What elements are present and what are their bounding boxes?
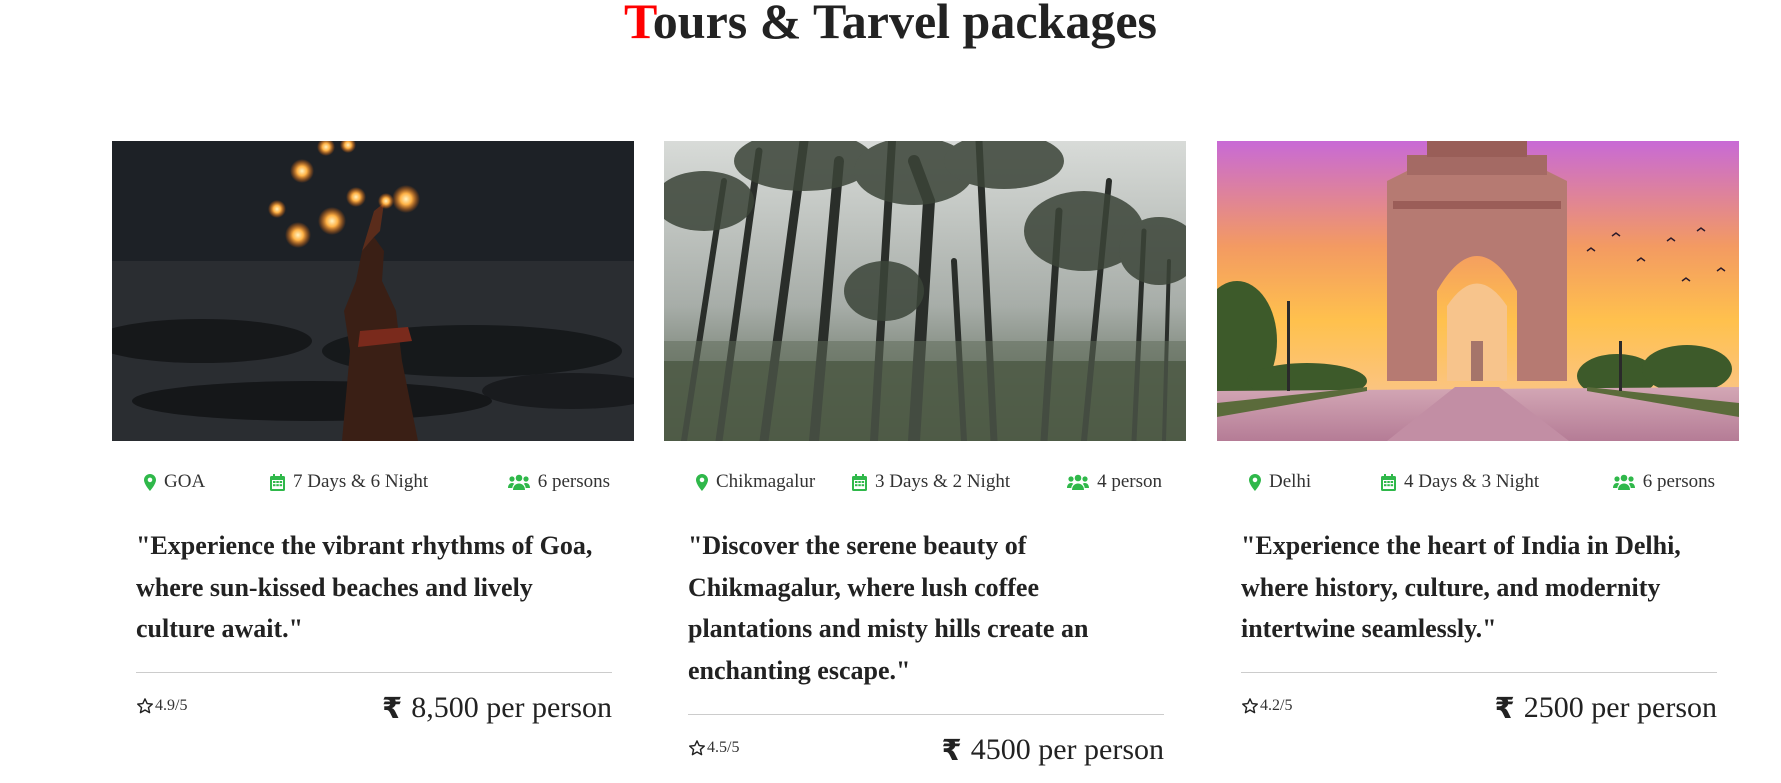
package-price: ₹ 2500 per person: [1495, 691, 1717, 725]
package-rating: 4.9/5: [136, 697, 187, 715]
location-pin-icon: [144, 473, 156, 491]
package-people: 6 persons: [1612, 471, 1715, 493]
rupee-icon: ₹: [1494, 691, 1515, 725]
package-price-text: 8,500 per person: [411, 691, 612, 724]
package-meta-row: Chikmagalur 3 Days & 2 Night 4 person: [688, 471, 1162, 495]
package-rating-text: 4.9/5: [155, 697, 188, 714]
package-price: ₹ 4500 per person: [942, 733, 1164, 767]
people-icon: [1067, 474, 1090, 490]
page-title-highlight: T: [624, 0, 653, 49]
package-footer: 4.5/5 ₹ 4500 per person: [688, 733, 1164, 779]
package-footer: 4.9/5 ₹ 8,500 per person: [136, 691, 612, 737]
package-meta-row: GOA 7 Days & 6 Night 6 persons: [136, 471, 610, 495]
package-price-text: 2500 per person: [1523, 691, 1717, 724]
package-location: Delhi: [1249, 471, 1311, 493]
star-outline-icon[interactable]: [136, 697, 154, 715]
package-rating: 4.2/5: [1241, 697, 1292, 715]
package-image-goa[interactable]: [112, 141, 634, 441]
package-location-text: Delhi: [1269, 471, 1312, 492]
card-divider: [136, 672, 612, 673]
package-card-goa[interactable]: GOA 7 Days & 6 Night 6 persons "Experien…: [112, 141, 634, 725]
package-people: 4 person: [1067, 471, 1162, 493]
card-divider: [688, 714, 1164, 715]
package-people: 6 persons: [507, 471, 610, 493]
package-description: "Experience the vibrant rhythms of Goa, …: [136, 531, 593, 643]
calendar-icon: [270, 473, 285, 491]
page-title: Tours & Tarvel packages: [0, 0, 1781, 52]
package-people-text: 6 persons: [1642, 471, 1715, 492]
package-description: "Discover the serene beauty of Chikmagal…: [688, 531, 1089, 685]
package-rating-text: 4.5/5: [707, 739, 740, 756]
package-location-text: GOA: [164, 471, 206, 492]
package-location: Chikmagalur: [696, 471, 815, 493]
package-people-text: 6 persons: [537, 471, 610, 492]
package-meta-row: Delhi 4 Days & 3 Night 6 persons: [1241, 471, 1715, 495]
location-pin-icon: [696, 473, 708, 491]
package-people-text: 4 person: [1097, 471, 1162, 492]
package-duration: 3 Days & 2 Night: [852, 471, 1010, 493]
star-outline-icon[interactable]: [1241, 697, 1259, 715]
calendar-icon: [1381, 473, 1396, 491]
package-duration-text: 3 Days & 2 Night: [875, 471, 1011, 492]
package-duration: 7 Days & 6 Night: [270, 471, 428, 493]
people-icon: [1612, 474, 1635, 490]
package-card-chikmagalur[interactable]: Chikmagalur 3 Days & 2 Night 4 person "D…: [664, 141, 1186, 767]
page-title-text: ours & Tarvel packages: [652, 0, 1157, 49]
rupee-icon: ₹: [382, 691, 403, 725]
package-location-text: Chikmagalur: [716, 471, 816, 492]
package-image-chikmagalur[interactable]: [664, 141, 1186, 441]
package-location: GOA: [144, 471, 205, 493]
card-divider: [1241, 672, 1717, 673]
package-duration: 4 Days & 3 Night: [1381, 471, 1539, 493]
package-duration-text: 4 Days & 3 Night: [1404, 471, 1540, 492]
package-rating: 4.5/5: [688, 739, 739, 757]
package-footer: 4.2/5 ₹ 2500 per person: [1241, 691, 1717, 737]
people-icon: [507, 474, 530, 490]
package-card-delhi[interactable]: Delhi 4 Days & 3 Night 6 persons "Experi…: [1217, 141, 1739, 725]
package-image-delhi[interactable]: [1217, 141, 1739, 441]
package-price: ₹ 8,500 per person: [382, 691, 612, 725]
star-outline-icon[interactable]: [688, 739, 706, 757]
package-price-text: 4500 per person: [970, 733, 1164, 766]
package-rating-text: 4.2/5: [1260, 697, 1293, 714]
calendar-icon: [852, 473, 867, 491]
package-description: "Experience the heart of India in Delhi,…: [1241, 531, 1681, 643]
package-duration-text: 7 Days & 6 Night: [293, 471, 429, 492]
location-pin-icon: [1249, 473, 1261, 491]
rupee-icon: ₹: [941, 733, 962, 767]
